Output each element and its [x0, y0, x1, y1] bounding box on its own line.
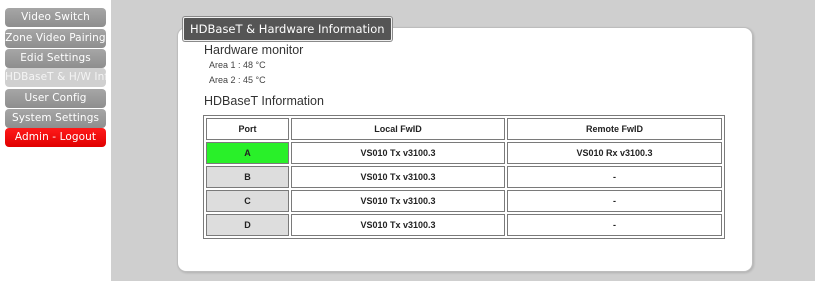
- panel-title: HDBaseT & Hardware Information: [183, 17, 392, 41]
- nav-hdbaset-hw-info[interactable]: HDBaseT & H/W Info: [5, 68, 106, 87]
- area-2-temperature: Area 2 : 45 °C: [209, 75, 266, 85]
- nav-user-config[interactable]: User Config: [5, 89, 106, 108]
- nav-video-switch[interactable]: Video Switch: [5, 8, 106, 27]
- remote-fwid-cell: -: [507, 166, 722, 188]
- remote-fwid-cell: VS010 Rx v3100.3: [507, 142, 722, 164]
- table-row: B VS010 Tx v3100.3 -: [206, 166, 722, 188]
- local-fwid-cell: VS010 Tx v3100.3: [291, 190, 505, 212]
- nav-system-settings[interactable]: System Settings: [5, 109, 106, 128]
- local-fwid-cell: VS010 Tx v3100.3: [291, 142, 505, 164]
- local-fwid-cell: VS010 Tx v3100.3: [291, 214, 505, 236]
- port-cell: B: [206, 166, 289, 188]
- column-header-remote-fwid: Remote FwID: [507, 118, 722, 140]
- hdbaset-info-heading: HDBaseT Information: [204, 94, 324, 108]
- remote-fwid-cell: -: [507, 190, 722, 212]
- column-header-port: Port: [206, 118, 289, 140]
- area-1-temperature: Area 1 : 48 °C: [209, 60, 266, 70]
- table-row: C VS010 Tx v3100.3 -: [206, 190, 722, 212]
- remote-fwid-cell: -: [507, 214, 722, 236]
- port-cell: A: [206, 142, 289, 164]
- hdbaset-info-table: Port Local FwID Remote FwID A VS010 Tx v…: [203, 115, 725, 239]
- nav-zone-video-pairing[interactable]: Zone Video Pairing: [5, 29, 106, 48]
- nav-edid-settings[interactable]: Edid Settings: [5, 49, 106, 68]
- port-cell: C: [206, 190, 289, 212]
- local-fwid-cell: VS010 Tx v3100.3: [291, 166, 505, 188]
- port-cell: D: [206, 214, 289, 236]
- nav-admin-logout[interactable]: Admin - Logout: [5, 128, 106, 147]
- hardware-monitor-heading: Hardware monitor: [204, 43, 304, 57]
- table-header-row: Port Local FwID Remote FwID: [206, 118, 722, 140]
- main-content: HDBaseT & Hardware Information Hardware …: [111, 0, 815, 281]
- table-row: D VS010 Tx v3100.3 -: [206, 214, 722, 236]
- table-row: A VS010 Tx v3100.3 VS010 Rx v3100.3: [206, 142, 722, 164]
- column-header-local-fwid: Local FwID: [291, 118, 505, 140]
- sidebar: Video Switch Zone Video Pairing Edid Set…: [0, 0, 111, 281]
